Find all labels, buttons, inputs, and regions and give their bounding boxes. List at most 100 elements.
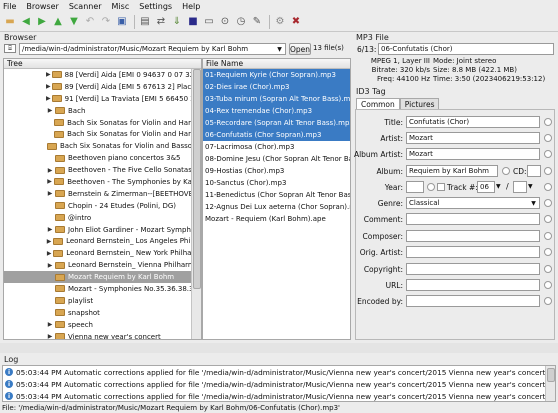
year-field[interactable]	[406, 181, 424, 193]
album-artist-apply-radio[interactable]	[544, 150, 552, 158]
open-button[interactable]: Open	[289, 43, 311, 55]
menu-file[interactable]: File	[3, 2, 16, 11]
tree-item[interactable]: ▶ Beethoven - The Symphonies by Karaj	[4, 176, 201, 188]
orig-artist-field[interactable]	[406, 246, 540, 258]
file-row[interactable]: 01-Requiem Kyrie (Chor Sopran).mp3	[203, 69, 350, 81]
save-icon[interactable]: ▣	[115, 15, 129, 29]
url-field[interactable]	[406, 279, 540, 291]
url-apply-radio[interactable]	[544, 281, 552, 289]
tree-item[interactable]: ▶ Vienna new year's concert	[4, 331, 201, 339]
artist-apply-radio[interactable]	[544, 134, 552, 142]
encoded-by-apply-radio[interactable]	[544, 297, 552, 305]
chevron-down-icon[interactable]: ▼	[274, 44, 285, 54]
comment-apply-radio[interactable]	[544, 215, 552, 223]
file-row[interactable]: 02-Dies irae (Chor).mp3	[203, 81, 350, 93]
up-arrow-icon[interactable]: ▲	[51, 15, 65, 29]
expander-icon[interactable]: ▶	[46, 226, 54, 233]
album-apply-radio[interactable]	[502, 167, 510, 175]
clock-icon[interactable]: ◷	[234, 15, 248, 29]
artist-field[interactable]: Mozart	[406, 132, 540, 144]
tree-item[interactable]: Bach Six Sonatas for Violin and Harpsi	[4, 117, 201, 129]
path-history-icon[interactable]: ⌸	[4, 44, 16, 53]
expander-icon[interactable]: ▶	[46, 333, 54, 339]
apply-icon[interactable]: ⇓	[170, 15, 184, 29]
file-row[interactable]: 04-Rex tremendae (Chor).mp3	[203, 105, 350, 117]
orig-artist-apply-radio[interactable]	[544, 248, 552, 256]
path-combo[interactable]: /media/win-d/administrator/Music/Mozart …	[19, 43, 286, 55]
convert-icon[interactable]: ⇄	[154, 15, 168, 29]
expander-icon[interactable]: ▶	[46, 250, 52, 257]
menu-misc[interactable]: Misc	[112, 2, 130, 11]
tree-item[interactable]: ▶ Bach	[4, 105, 201, 117]
title-apply-radio[interactable]	[544, 118, 552, 126]
expander-icon[interactable]: ▶	[46, 178, 53, 185]
tree-item[interactable]: ▶ 91 [Verdi] La Traviata [EMI 5 66450 2] …	[4, 93, 201, 105]
chevron-down-icon[interactable]: ▼	[528, 198, 539, 208]
menu-browser[interactable]: Browser	[26, 2, 58, 11]
track-field[interactable]: 06	[477, 181, 495, 193]
expander-icon[interactable]: ▶	[46, 107, 54, 114]
track-total-dropdown-icon[interactable]: ▼	[528, 183, 533, 190]
select-all-icon[interactable]: ▤	[138, 15, 152, 29]
tree-item[interactable]: ▶ Bernstein & Zimerman--[BEETHOVEN]	[4, 188, 201, 200]
tree-item[interactable]: Chopin - 24 Etudes (Polini, DG)	[4, 200, 201, 212]
track-apply-radio[interactable]	[544, 183, 552, 191]
comment-field[interactable]	[406, 213, 540, 225]
cd-apply-radio[interactable]	[544, 167, 552, 175]
expander-icon[interactable]: ▶	[46, 262, 54, 269]
tree-item[interactable]: Bach Six Sonatas for Violin and Harpsi	[4, 128, 201, 140]
album-field[interactable]: Requiem by Karl Bohm	[406, 165, 498, 177]
menu-settings[interactable]: Settings	[139, 2, 172, 11]
composer-field[interactable]	[406, 230, 540, 242]
tree-item[interactable]: ▶ Leonard Bernstein_ Los Angeles Philha	[4, 235, 201, 247]
tree-item[interactable]: playlist	[4, 295, 201, 307]
folder-open-icon[interactable]: ▬	[3, 15, 17, 29]
tree-item[interactable]: ▶ Leonard Bernstein_ New York Philharm	[4, 247, 201, 259]
back-arrow-icon[interactable]: ◀	[19, 15, 33, 29]
search-icon[interactable]: ⊙	[218, 15, 232, 29]
tree-item[interactable]: ▶ John Eliot Gardiner - Mozart Symphon	[4, 224, 201, 236]
expander-icon[interactable]: ▶	[46, 167, 54, 174]
tree-item[interactable]: ▶ Beethoven - The Five Cello Sonatas	[4, 164, 201, 176]
track-checkbox[interactable]	[437, 183, 445, 191]
tree-scrollbar-thumb[interactable]	[193, 69, 201, 289]
splitter-handle[interactable]	[0, 343, 558, 353]
tree-item[interactable]: ▶ speech	[4, 319, 201, 331]
file-name-header[interactable]: File Name	[203, 59, 350, 69]
expander-icon[interactable]: ▶	[46, 321, 54, 328]
expander-icon[interactable]: ▶	[46, 95, 51, 102]
menu-scanner[interactable]: Scanner	[69, 2, 102, 11]
expander-icon[interactable]: ▶	[46, 71, 51, 78]
playlist-icon[interactable]: ▭	[202, 15, 216, 29]
stop-icon[interactable]: ■	[186, 15, 200, 29]
log-scrollbar[interactable]	[545, 366, 555, 401]
settings-icon[interactable]: ⚙	[273, 15, 287, 29]
tree-item[interactable]: @intro	[4, 212, 201, 224]
log-scrollbar-thumb[interactable]	[547, 368, 555, 382]
album-artist-field[interactable]: Mozart	[406, 148, 540, 160]
tree-item[interactable]: ▶ 89 [Verdi] Aida [EMI 5 67613 2] Placido	[4, 81, 201, 93]
quit-icon[interactable]: ✖	[289, 15, 303, 29]
expander-icon[interactable]: ▶	[46, 83, 51, 90]
tree-item[interactable]: snapshot	[4, 307, 201, 319]
cd-field[interactable]	[527, 165, 541, 177]
title-field[interactable]: Confutatis (Chor)	[406, 116, 540, 128]
composer-apply-radio[interactable]	[544, 232, 552, 240]
file-row[interactable]: 03-Tuba mirum (Sopran Alt Tenor Bass).mp…	[203, 93, 350, 105]
down-arrow-icon[interactable]: ▼	[67, 15, 81, 29]
tree-item[interactable]: ▶ 88 [Verdi] Aida [EMI 0 94637 0 07 32 7]…	[4, 69, 201, 81]
track-dropdown-icon[interactable]: ▼	[496, 183, 501, 190]
genre-apply-radio[interactable]	[544, 199, 552, 207]
encoded-by-field[interactable]	[406, 295, 540, 307]
filename-field[interactable]: 06-Confutatis (Chor)	[378, 43, 554, 55]
copyright-apply-radio[interactable]	[544, 265, 552, 273]
menu-help[interactable]: Help	[182, 2, 200, 11]
track-total-field[interactable]	[513, 181, 527, 193]
tree-item[interactable]: Bach Six Sonatas for Violin and Basso co	[4, 140, 201, 152]
undo-icon[interactable]: ↶	[83, 15, 97, 29]
genre-combo[interactable]: Classical ▼	[406, 197, 540, 209]
expander-icon[interactable]: ▶	[46, 238, 52, 245]
expander-icon[interactable]: ▶	[46, 190, 54, 197]
tree-item[interactable]: Beethoven piano concertos 3&5	[4, 152, 201, 164]
forward-arrow-icon[interactable]: ▶	[35, 15, 49, 29]
